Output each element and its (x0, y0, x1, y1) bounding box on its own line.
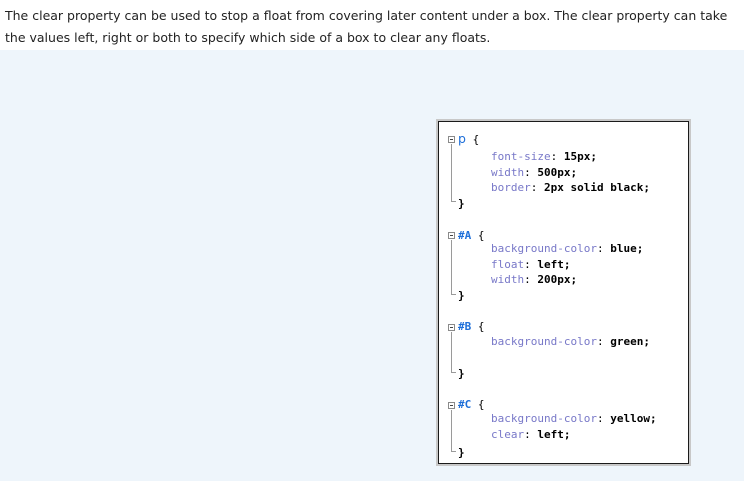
collapse-toggle-icon[interactable] (448, 324, 455, 331)
property-value: 200px; (537, 273, 578, 286)
property-name: width (491, 273, 525, 286)
close-brace: } (458, 367, 465, 380)
declaration-line: float: left; (491, 257, 571, 271)
declaration-line: clear: left; (491, 427, 571, 441)
declaration-line: background-color: yellow; (491, 412, 657, 425)
collapse-toggle-icon[interactable] (448, 136, 455, 143)
open-brace: { (472, 133, 480, 146)
close-brace: } (458, 197, 465, 210)
open-brace: { (477, 320, 485, 333)
fold-guide-end (451, 372, 456, 373)
fold-guide-line (451, 332, 452, 372)
fold-guide-end (451, 294, 456, 295)
rule-selector-line: p { (458, 131, 479, 148)
collapse-toggle-icon[interactable] (448, 232, 455, 239)
property-name: width (491, 165, 525, 179)
open-brace: { (477, 398, 485, 411)
property-value: 500px; (537, 165, 578, 179)
property-value: left; (537, 427, 571, 441)
property-value: 15px; (563, 150, 597, 163)
declaration-line: background-color: blue; (491, 242, 644, 255)
declaration-line: width: 500px; (491, 165, 578, 179)
selector-name: p (458, 131, 466, 146)
declaration-line: border: 2px solid black; (491, 181, 650, 194)
property-name: font-size (491, 150, 551, 163)
property-name: background-color (491, 242, 597, 255)
collapse-toggle-icon[interactable] (448, 402, 455, 409)
fold-guide-line (451, 240, 452, 294)
code-panel: p { font-size: 15px; width: 500px; borde… (438, 121, 689, 464)
rule-selector-line: #B { (458, 319, 485, 335)
declaration-line: font-size: 15px; (491, 150, 597, 163)
selector-name: #C (458, 398, 472, 411)
intro-paragraph: The clear property can be used to stop a… (5, 8, 728, 45)
close-brace: } (458, 289, 465, 302)
selector-name: #A (458, 229, 472, 242)
property-name: background-color (491, 412, 597, 425)
rule-selector-line: #A { (458, 228, 485, 244)
property-name: float (491, 257, 525, 271)
property-name: border (491, 181, 531, 194)
property-name: background-color (491, 335, 597, 348)
property-value: 2px solid black; (544, 181, 650, 194)
declaration-line: background-color: green; (491, 335, 650, 348)
close-brace: } (458, 446, 465, 459)
rule-selector-line: #C { (458, 397, 485, 413)
property-value: left; (537, 257, 571, 271)
fold-guide-end (451, 201, 456, 202)
property-value: yellow; (610, 412, 657, 425)
open-brace: { (477, 229, 485, 242)
fold-guide-line (451, 144, 452, 201)
property-value: green; (610, 335, 650, 348)
declaration-line: width: 200px; (491, 273, 578, 286)
fold-guide-end (451, 451, 456, 452)
fold-guide-line (451, 410, 452, 451)
property-value: blue; (610, 242, 644, 255)
property-name: clear (491, 427, 525, 441)
selector-name: #B (458, 320, 472, 333)
